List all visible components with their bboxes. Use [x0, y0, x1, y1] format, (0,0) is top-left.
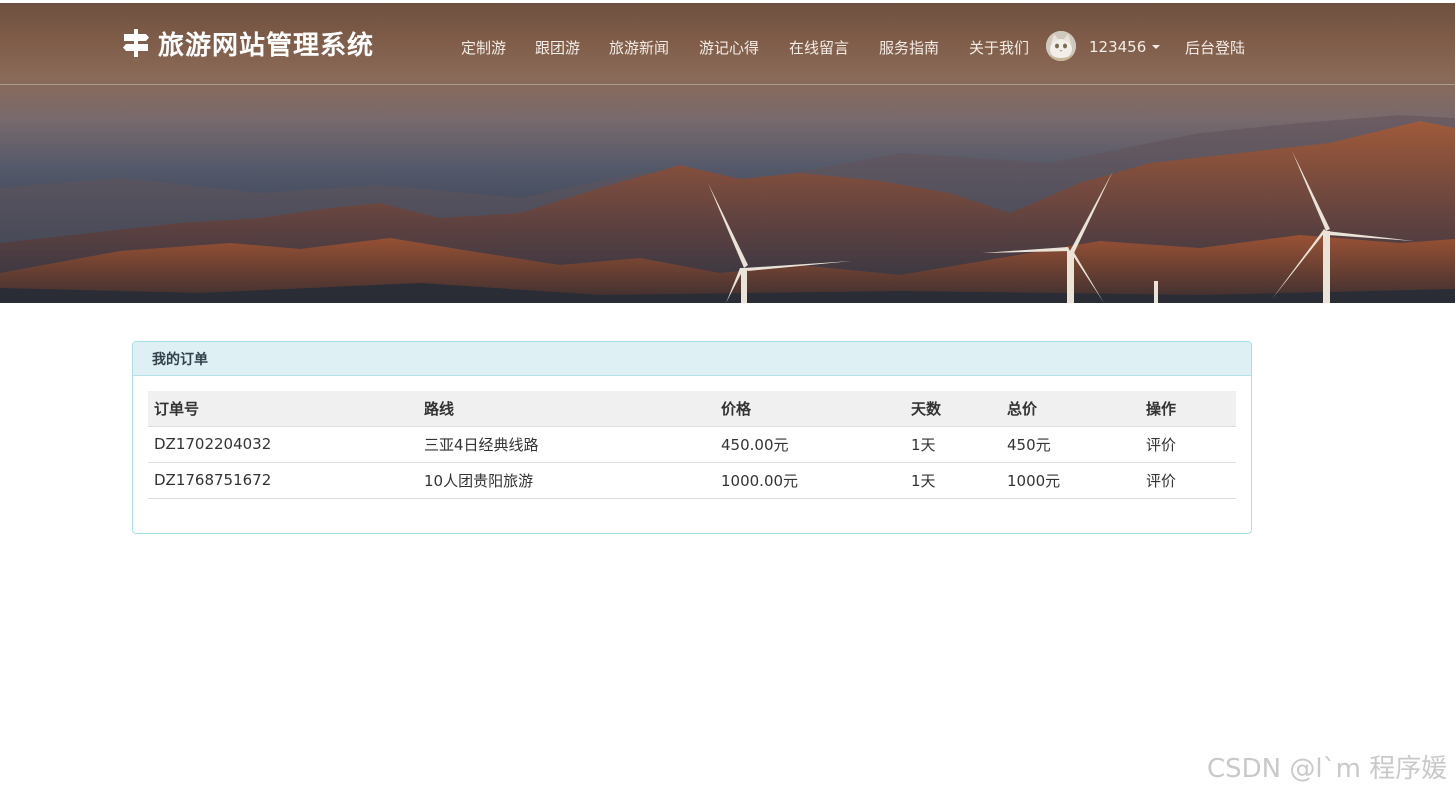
nav-online-message[interactable]: 在线留言	[789, 37, 849, 57]
hero-banner: 旅游网站管理系统 定制游 跟团游 旅游新闻 游记心得 在线留言 服务指南 关于我…	[0, 3, 1455, 303]
order-id-cell: DZ1702204032	[148, 426, 418, 463]
rate-order-link[interactable]: 评价	[1146, 472, 1176, 490]
route-cell: 10人团贵阳旅游	[418, 462, 715, 499]
price-cell: 450.00元	[715, 426, 905, 463]
table-row: DZ1702204032 三亚4日经典线路 450.00元 1天 450元 评价	[148, 426, 1236, 463]
admin-login-link[interactable]: 后台登陆	[1185, 37, 1245, 57]
col-header-price: 价格	[715, 391, 905, 427]
route-cell: 三亚4日经典线路	[418, 426, 715, 463]
caret-down-icon	[1152, 45, 1161, 49]
total-cell: 450元	[1001, 426, 1140, 463]
nav-group-tour[interactable]: 跟团游	[535, 37, 580, 57]
navbar: 旅游网站管理系统 定制游 跟团游 旅游新闻 游记心得 在线留言 服务指南 关于我…	[0, 3, 1455, 85]
nav-service-guide[interactable]: 服务指南	[879, 37, 939, 57]
nav-travel-notes[interactable]: 游记心得	[699, 37, 759, 57]
days-cell: 1天	[905, 426, 1001, 463]
col-header-days: 天数	[905, 391, 1001, 427]
brand-title: 旅游网站管理系统	[158, 30, 375, 61]
brand-logo[interactable]: 旅游网站管理系统	[122, 23, 374, 63]
nav-about-us[interactable]: 关于我们	[969, 37, 1029, 57]
user-name: 123456	[1089, 38, 1147, 56]
col-header-action: 操作	[1140, 391, 1236, 427]
price-cell: 1000.00元	[715, 462, 905, 499]
orders-panel: 我的订单 订单号 路线 价格 天数 总价 操作 DZ1702204032 三亚4…	[132, 341, 1252, 534]
table-header-row: 订单号 路线 价格 天数 总价 操作	[148, 391, 1236, 427]
watermark: CSDN @l`m 程序媛	[1207, 754, 1448, 784]
nav-custom-tour[interactable]: 定制游	[461, 37, 506, 57]
col-header-order-id: 订单号	[148, 391, 418, 427]
signpost-icon	[123, 29, 149, 57]
col-header-total: 总价	[1001, 391, 1140, 427]
orders-table: 订单号 路线 价格 天数 总价 操作 DZ1702204032 三亚4日经典线路…	[148, 391, 1236, 499]
total-cell: 1000元	[1001, 462, 1140, 499]
col-header-route: 路线	[418, 391, 715, 427]
rate-order-link[interactable]: 评价	[1146, 436, 1176, 454]
days-cell: 1天	[905, 462, 1001, 499]
panel-title: 我的订单	[133, 342, 1251, 376]
order-id-cell: DZ1768751672	[148, 462, 418, 499]
cat-avatar-icon[interactable]	[1046, 31, 1076, 61]
table-row: DZ1768751672 10人团贵阳旅游 1000.00元 1天 1000元 …	[148, 462, 1236, 499]
user-dropdown[interactable]: 123456	[1089, 37, 1161, 57]
nav-travel-news[interactable]: 旅游新闻	[609, 37, 669, 57]
